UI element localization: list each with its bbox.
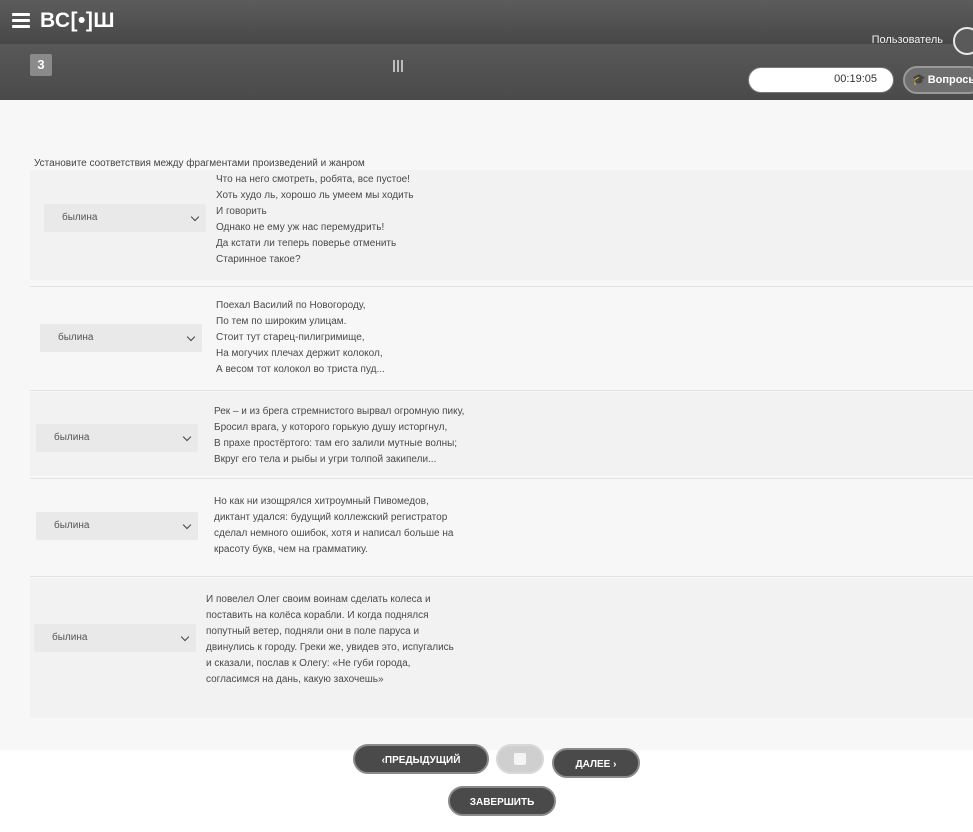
genre-select-value: былина [58, 332, 94, 343]
chevron-down-icon [180, 632, 190, 642]
fragment-line: Вкруг его тела и рыбы и угри толпой заки… [214, 454, 437, 465]
question-content: Установите соответствия между фрагментам… [0, 100, 973, 750]
genre-select[interactable]: былина [34, 624, 196, 652]
next-button[interactable]: ДАЛЕЕ › [552, 748, 640, 778]
previous-button[interactable]: ‹ПРЕДЫДУЩИЙ [353, 744, 489, 774]
row-divider [30, 478, 973, 479]
genre-select[interactable]: былина [36, 512, 198, 540]
timer: 00:19:05 [748, 67, 894, 93]
fragment-line: По тем по широким улицам. [216, 316, 347, 327]
grip-icon[interactable] [393, 60, 405, 72]
chevron-down-icon [186, 332, 196, 342]
genre-select[interactable]: былина [44, 204, 206, 232]
chevron-down-icon [182, 432, 192, 442]
top-bar: ВС[•]Ш [0, 0, 973, 44]
fragment-line: Но как ни изощрялся хитроумный Пивомедов… [214, 496, 429, 507]
row-divider [30, 286, 973, 287]
genre-select[interactable]: былина [40, 324, 202, 352]
fragment-line: На могучих плечах держит колокол, [216, 348, 383, 359]
genre-select-value: былина [54, 432, 90, 443]
fragment-line: А весом тот колокол во триста пуд... [216, 364, 385, 375]
fragment-line: согласимся на дань, какую захочешь» [206, 674, 384, 685]
fragment-line: попутный ветер, подняли они в поле парус… [206, 626, 420, 637]
genre-select-value: былина [54, 520, 90, 531]
user-label[interactable]: Пользователь [872, 34, 943, 46]
fragment-line: двинулись к городу. Греки же, увидев это… [206, 642, 454, 653]
fragment-line: Хоть худо ль, хорошо ль умеем мы ходить [216, 190, 414, 201]
question-number-badge: 3 [30, 54, 52, 76]
text-fragment: И повелел Олег своим воинам сделать коле… [206, 592, 526, 688]
task-instruction: Установите соответствия между фрагментам… [34, 158, 365, 169]
text-fragment: Рек – и из брега стремнистого вырвал огр… [214, 404, 534, 468]
fragment-line: Что на него смотреть, робята, все пустое… [216, 174, 410, 185]
fragment-line: и сказали, послав к Олегу: «Не губи горо… [206, 658, 411, 669]
square-icon [514, 753, 526, 765]
fragment-line: И говорить [216, 206, 267, 217]
fragment-line: И повелел Олег своим воинам сделать коле… [206, 594, 431, 605]
fragment-line: Бросил врага, у которого горькую душу ис… [214, 422, 448, 433]
text-fragment: Что на него смотреть, робята, все пустое… [216, 172, 536, 268]
fragment-line: поставить на колёса корабли. И когда под… [206, 610, 429, 621]
logo: ВС[•]Ш [40, 9, 115, 32]
text-fragment: Поехал Василий по Новогороду, По тем по … [216, 298, 536, 378]
fragment-line: красоту букв, чем на грамматику. [214, 544, 368, 555]
finish-button[interactable]: ЗАВЕРШИТЬ [448, 786, 556, 816]
fragment-line: Стоит тут старец-пилигримище, [216, 332, 365, 343]
user-avatar-icon[interactable] [953, 27, 973, 55]
genre-select-value: былина [52, 632, 88, 643]
fragment-line: Старинное такое? [216, 254, 301, 265]
row-divider [30, 390, 973, 391]
fragment-line: диктант удался: будущий коллежский регис… [214, 512, 448, 523]
genre-select[interactable]: былина [36, 424, 198, 452]
fragment-line: Да кстати ли теперь поверье отменить [216, 238, 397, 249]
graduation-cap-icon: 🎓 [912, 74, 926, 86]
fragment-line: Поехал Василий по Новогороду, [216, 300, 366, 311]
questions-button[interactable]: 🎓 Вопросы [903, 66, 973, 94]
chevron-down-icon [190, 212, 200, 222]
fragment-line: сделал немного ошибок, хотя и написал бо… [214, 528, 454, 539]
text-fragment: Но как ни изощрялся хитроумный Пивомедов… [214, 494, 534, 558]
row-divider [30, 576, 973, 577]
fragment-line: Рек – и из брега стремнистого вырвал огр… [214, 406, 465, 417]
menu-icon[interactable] [12, 13, 30, 29]
genre-select-value: былина [62, 212, 98, 223]
chevron-down-icon [182, 520, 192, 530]
questions-button-label: Вопросы [927, 74, 973, 86]
fragment-line: В прахе простёртого: там его залили мутн… [214, 438, 458, 449]
fragment-line: Однако не ему уж нас перемудрить! [216, 222, 385, 233]
answer-marker-button[interactable] [496, 744, 544, 774]
